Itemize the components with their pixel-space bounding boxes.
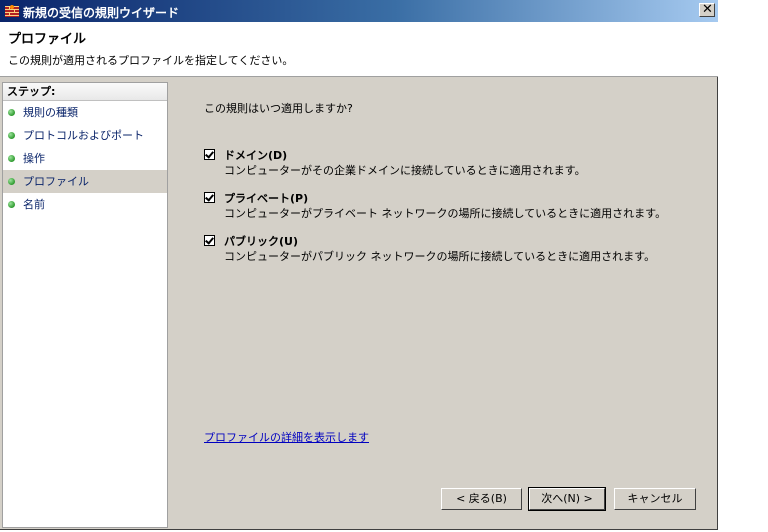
green-bullet-icon: [8, 155, 15, 162]
window-title: 新規の受信の規則ウイザード: [23, 6, 180, 20]
domain-label[interactable]: ドメイン(D): [224, 147, 287, 163]
question-text: この規則はいつ適用しますか?: [204, 102, 353, 115]
green-bullet-icon: [8, 109, 15, 116]
steps-panel: ステップ: 規則の種類 プロトコルおよびポート 操作 プロファイル 名前: [2, 82, 168, 528]
step-action[interactable]: 操作: [3, 147, 167, 170]
steps-heading: ステップ:: [3, 83, 167, 101]
private-checkbox[interactable]: [204, 192, 215, 203]
step-label: 操作: [23, 152, 45, 165]
green-bullet-icon: [8, 201, 15, 208]
page-subtitle: この規則が適用されるプロファイルを指定してください。: [8, 54, 294, 67]
step-label: プロファイル: [23, 175, 89, 188]
green-bullet-icon: [8, 178, 15, 185]
step-rule-type[interactable]: 規則の種類: [3, 101, 167, 124]
private-label[interactable]: プライベート(P): [224, 190, 308, 206]
public-label[interactable]: パブリック(U): [224, 233, 298, 249]
title-bar[interactable]: 新規の受信の規則ウイザード ✕: [0, 0, 718, 22]
step-label: 名前: [23, 198, 45, 211]
profile-details-link[interactable]: プロファイルの詳細を表示します: [204, 429, 369, 445]
page-title: プロファイル: [8, 32, 87, 47]
step-label: プロトコルおよびポート: [23, 129, 144, 142]
domain-checkbox[interactable]: [204, 149, 215, 160]
next-button[interactable]: 次へ(N) >: [528, 487, 606, 511]
private-description: コンピューターがプライベート ネットワークの場所に接続しているときに適用されます…: [224, 207, 667, 220]
step-label: 規則の種類: [23, 106, 78, 119]
back-button[interactable]: < 戻る(B): [441, 488, 522, 510]
main-panel: この規則はいつ適用しますか? ドメイン(D) コンピューターがその企業ドメインに…: [170, 82, 716, 528]
firewall-icon: [4, 3, 20, 19]
public-description: コンピューターがパブリック ネットワークの場所に接続しているときに適用されます。: [224, 250, 656, 263]
close-button[interactable]: ✕: [699, 2, 715, 17]
step-profile[interactable]: プロファイル: [3, 170, 167, 193]
step-name[interactable]: 名前: [3, 193, 167, 216]
cancel-button[interactable]: キャンセル: [614, 488, 696, 510]
wizard-header: プロファイル この規則が適用されるプロファイルを指定してください。: [0, 22, 718, 77]
wizard-window: 新規の受信の規則ウイザード ✕ プロファイル この規則が適用されるプロファイルを…: [0, 0, 718, 530]
green-bullet-icon: [8, 132, 15, 139]
domain-description: コンピューターがその企業ドメインに接続しているときに適用されます。: [224, 164, 586, 177]
public-checkbox[interactable]: [204, 235, 215, 246]
step-protocol-and-ports[interactable]: プロトコルおよびポート: [3, 124, 167, 147]
close-icon: ✕: [702, 2, 713, 17]
